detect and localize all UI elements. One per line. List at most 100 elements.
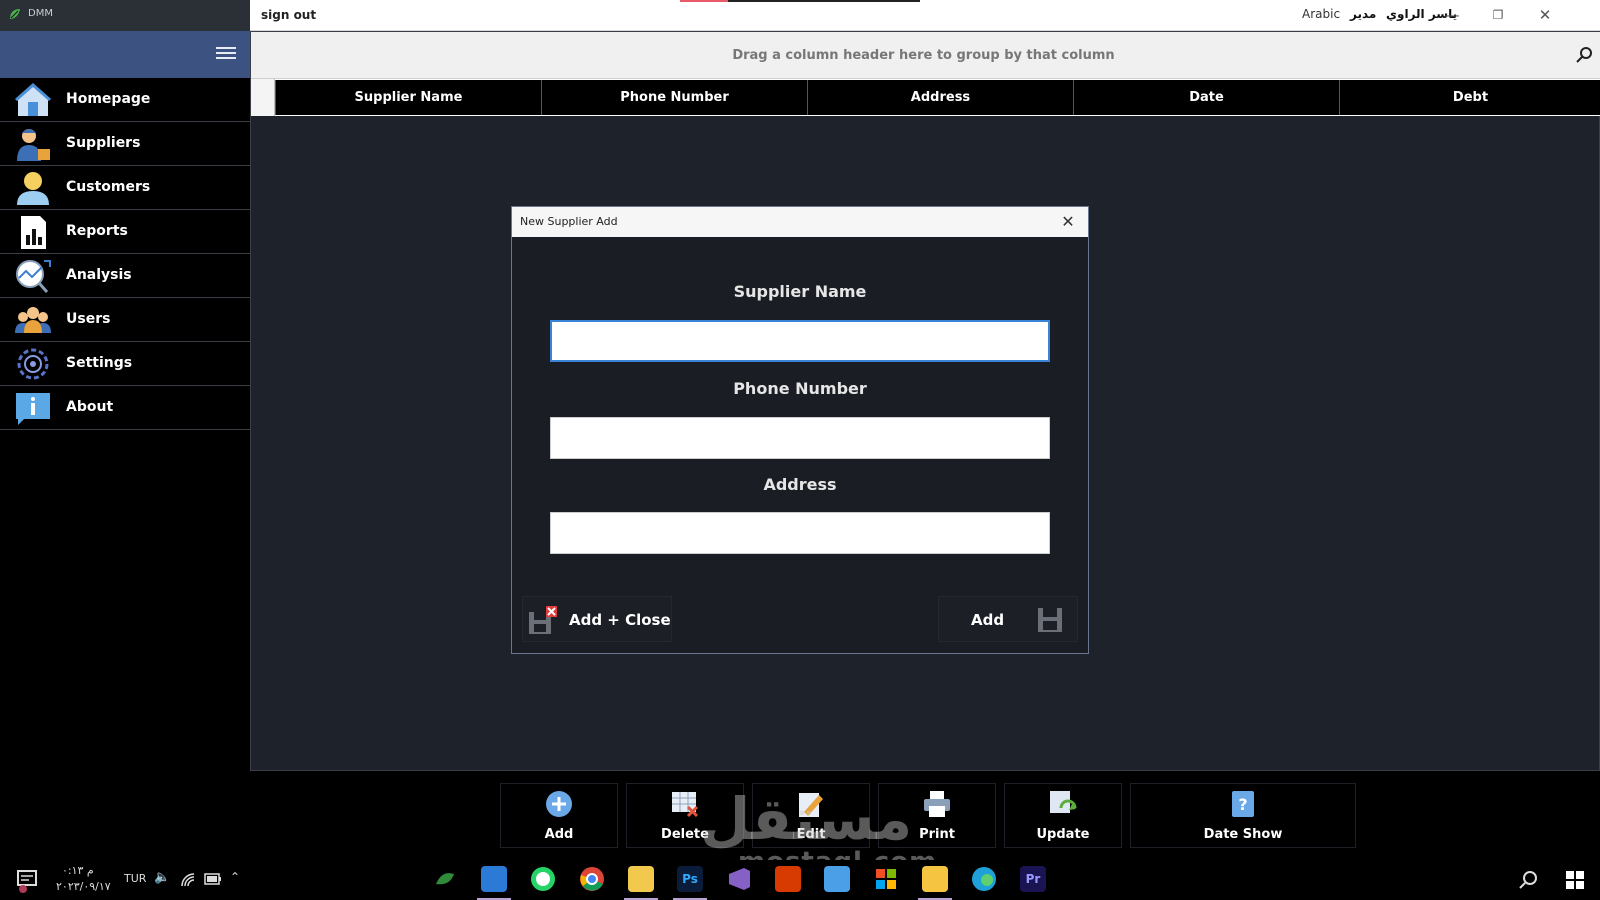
add-record-label: Add: [544, 827, 574, 842]
clock-date[interactable]: ٢٠٢٣/٠٩/١٧: [56, 880, 111, 893]
keyboard-layout[interactable]: TUR: [124, 872, 146, 885]
save-icon: [1038, 608, 1062, 632]
report-icon: [21, 216, 46, 249]
clock-time[interactable]: م ٠:١٣: [62, 864, 94, 877]
print-button[interactable]: Print: [878, 783, 996, 848]
sidebar-item-users[interactable]: Users: [0, 298, 250, 342]
svg-text:?: ?: [1238, 795, 1247, 814]
date-show-label: Date Show: [1203, 827, 1283, 842]
file-explorer-icon[interactable]: [918, 866, 952, 900]
save-close-icon: [529, 606, 557, 634]
edit-icon: [799, 793, 823, 817]
restore-icon[interactable]: ❐: [1483, 4, 1513, 26]
new-supplier-dialog: New Supplier Add ✕ Supplier Name Phone N…: [511, 206, 1089, 654]
add-close-label: Add + Close: [569, 611, 671, 629]
update-label: Update: [1036, 827, 1090, 842]
app-title: DMM: [28, 8, 53, 19]
sidebar-item-label: Settings: [66, 355, 133, 371]
row-selector-header[interactable]: [251, 79, 275, 116]
battery-icon[interactable]: [204, 873, 222, 885]
sign-out-link[interactable]: sign out: [261, 8, 316, 22]
add-close-button[interactable]: Add + Close: [522, 596, 672, 642]
dialog-titlebar: New Supplier Add ✕: [512, 207, 1088, 237]
edit-button[interactable]: Edit: [752, 783, 870, 848]
sidebar-item-homepage[interactable]: Homepage: [0, 78, 250, 122]
sidebar: Homepage Suppliers Customers Reports Ana…: [0, 31, 250, 860]
sidebar-item-label: Reports: [66, 223, 128, 239]
dialog-title: New Supplier Add: [520, 215, 618, 228]
mouse-app-icon[interactable]: [432, 866, 458, 892]
column-header-phone-number[interactable]: Phone Number: [541, 80, 807, 115]
notification-icon[interactable]: [16, 869, 40, 893]
add-record-button[interactable]: Add: [500, 783, 618, 848]
wifi-icon[interactable]: [180, 872, 196, 888]
supplier-name-label: Supplier Name: [733, 282, 867, 301]
hamburger-menu-icon[interactable]: [216, 47, 236, 61]
sticky-app-icon[interactable]: [624, 866, 658, 900]
address-label: Address: [763, 475, 837, 494]
date-show-button[interactable]: ? Date Show: [1130, 783, 1356, 848]
refresh-icon: [1050, 791, 1077, 813]
group-by-panel[interactable]: Drag a column header here to group by th…: [251, 32, 1600, 79]
premiere-icon[interactable]: Pr: [1020, 866, 1046, 892]
column-header-date[interactable]: Date: [1073, 80, 1339, 115]
calendar-help-icon: ?: [1232, 791, 1254, 817]
app-logo-icon: [10, 9, 20, 19]
customer-icon: [17, 172, 49, 205]
sidebar-item-analysis[interactable]: Analysis: [0, 254, 250, 298]
update-button[interactable]: Update: [1004, 783, 1122, 848]
search-icon[interactable]: [1575, 46, 1593, 64]
delete-button[interactable]: Delete: [626, 783, 744, 848]
column-header-debt[interactable]: Debt: [1339, 80, 1600, 115]
delete-table-icon: [672, 792, 699, 818]
sidebar-item-customers[interactable]: Customers: [0, 166, 250, 210]
sidebar-item-label: Analysis: [66, 267, 132, 283]
sidebar-item-reports[interactable]: Reports: [0, 210, 250, 254]
info-icon: [16, 393, 50, 425]
visual-studio-icon[interactable]: [726, 866, 752, 892]
address-input[interactable]: [550, 512, 1050, 554]
volume-icon[interactable]: 🔈: [154, 870, 170, 885]
sidebar-item-label: Users: [66, 311, 111, 327]
settings-icon: [17, 348, 49, 380]
minimize-icon[interactable]: —: [1437, 4, 1467, 26]
sidebar-item-label: Homepage: [66, 91, 151, 107]
whatsapp-icon[interactable]: [530, 866, 556, 892]
chrome-icon[interactable]: [579, 866, 605, 892]
mail-icon[interactable]: [824, 866, 850, 892]
top-bar: sign out Arabic مدير ياسر الراوي — ❐ ✕: [250, 0, 1600, 31]
sidebar-item-settings[interactable]: Settings: [0, 342, 250, 386]
add-label: Add: [971, 611, 1005, 629]
sidebar-item-label: About: [66, 399, 114, 415]
store-icon[interactable]: [873, 866, 899, 892]
print-label: Print: [919, 827, 955, 842]
dialog-close-icon[interactable]: ✕: [1058, 212, 1078, 232]
sidebar-item-label: Suppliers: [66, 135, 141, 151]
edit-label: Edit: [796, 827, 826, 842]
analysis-icon: [16, 260, 51, 293]
taskbar: م ٠:١٣ ٢٠٢٣/٠٩/١٧ TUR 🔈 ⌃ Ps Pr: [0, 860, 1600, 900]
printer-icon: [924, 791, 950, 817]
sidebar-item-about[interactable]: About: [0, 386, 250, 430]
column-header-address[interactable]: Address: [807, 80, 1073, 115]
windows-start-icon[interactable]: [1566, 871, 1584, 889]
home-icon: [15, 83, 51, 116]
column-header-supplier-name[interactable]: Supplier Name: [275, 80, 541, 115]
add-button[interactable]: Add: [938, 596, 1078, 642]
delete-label: Delete: [661, 827, 709, 842]
close-icon[interactable]: ✕: [1530, 4, 1560, 26]
phone-number-label: Phone Number: [733, 379, 867, 398]
office-icon[interactable]: [775, 866, 801, 892]
chevron-up-icon[interactable]: ⌃: [230, 870, 240, 884]
edge-icon[interactable]: [971, 866, 997, 892]
sidebar-item-suppliers[interactable]: Suppliers: [0, 122, 250, 166]
group-by-hint: Drag a column header here to group by th…: [732, 48, 1115, 63]
sidebar-header: [0, 31, 250, 78]
language-switch[interactable]: Arabic: [1302, 7, 1340, 21]
media-player-icon[interactable]: [477, 866, 511, 900]
photoshop-icon[interactable]: Ps: [673, 866, 707, 900]
phone-number-input[interactable]: [550, 417, 1050, 459]
loading-strip: [680, 0, 920, 2]
supplier-name-input[interactable]: [550, 320, 1050, 362]
taskbar-search-icon[interactable]: [1518, 870, 1538, 890]
